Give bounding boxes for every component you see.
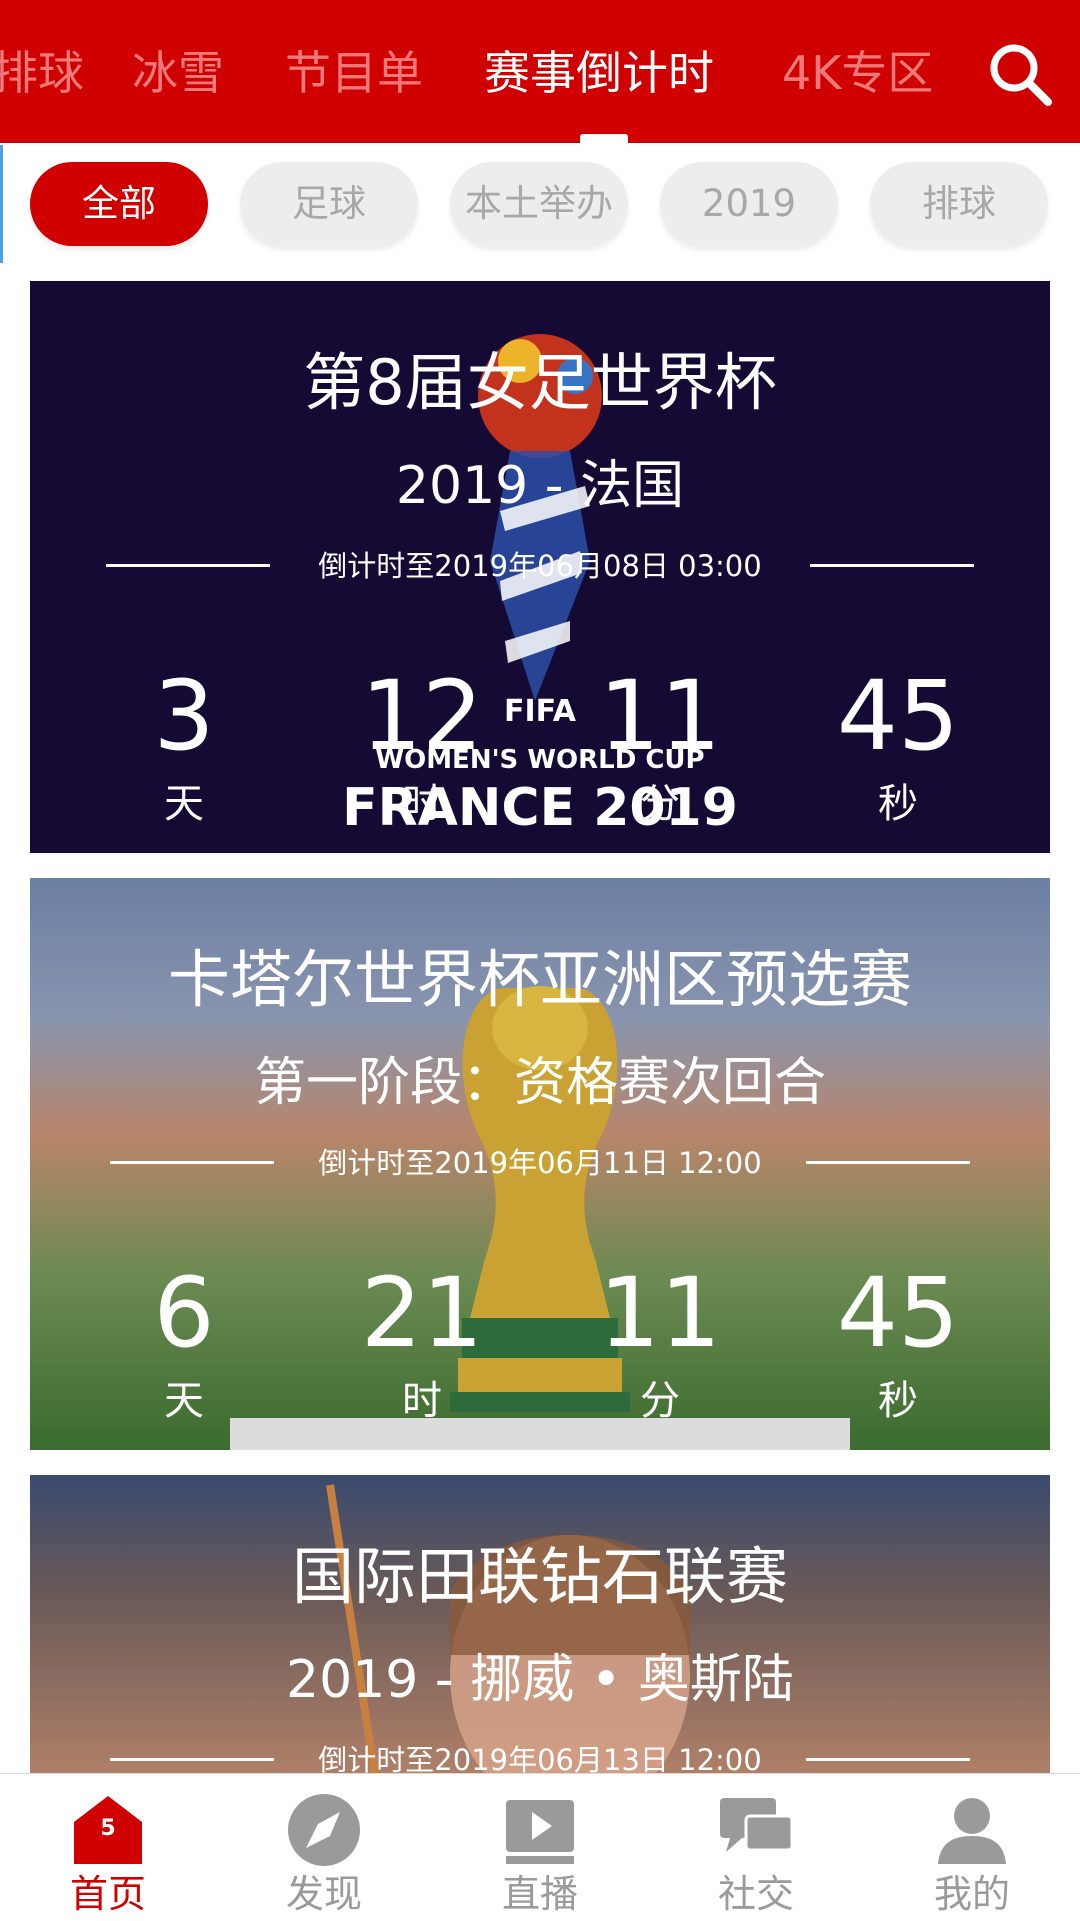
tab-home[interactable]: 5 首页: [0, 1774, 216, 1921]
filter-home-hosted[interactable]: 本土举办: [450, 162, 628, 246]
countdown-hours: 21: [360, 1257, 484, 1369]
tab-label: 直播: [501, 1872, 578, 1916]
top-nav-bar: 排球 冰雪 节目单 赛事倒计时 4K专区: [0, 0, 1080, 143]
tab-social[interactable]: 社交: [648, 1774, 864, 1921]
unit-day: 天: [164, 781, 204, 827]
live-play-icon: [506, 1800, 574, 1864]
event-card-qatar-qualifiers[interactable]: 卡塔尔世界杯亚洲区预选赛 第一阶段：资格赛次回合 倒计时至2019年06月11日…: [30, 878, 1050, 1450]
countdown-seconds: 45: [836, 1257, 960, 1369]
unit-hour: 时: [402, 1378, 442, 1424]
scroll-edge-indicator: [0, 145, 3, 263]
countdown-hours: 12: [360, 660, 484, 772]
event-card-womens-world-cup[interactable]: FIFA WOMEN'S WORLD CUP FRANCE 2019 第8届女足…: [30, 281, 1050, 853]
tab-label: 首页: [69, 1872, 146, 1916]
search-icon: [990, 44, 1052, 106]
event-subtitle: 2019 - 挪威 • 奥斯陆: [286, 1650, 794, 1710]
filter-football[interactable]: 足球: [240, 162, 418, 246]
user-icon: [938, 1798, 1006, 1864]
countdown-target: 倒计时至2019年06月11日 12:00: [318, 1146, 762, 1180]
countdown-seconds: 45: [836, 660, 960, 772]
bottom-tab-bar: 5 首页 发现 直播 社交 我的: [0, 1773, 1080, 1921]
tab-mine[interactable]: 我的: [864, 1774, 1080, 1921]
event-title: 第8届女足世界杯: [303, 346, 777, 419]
filter-all[interactable]: 全部: [30, 162, 208, 246]
unit-hour: 时: [402, 781, 442, 827]
search-button[interactable]: [986, 40, 1056, 110]
event-card-diamond-league[interactable]: 国际田联钻石联赛 2019 - 挪威 • 奥斯陆 倒计时至2019年06月13日…: [30, 1475, 1050, 1775]
tab-schedule[interactable]: 节目单: [285, 42, 423, 104]
unit-second: 秒: [878, 1378, 918, 1424]
athlete-photo-image: [326, 1484, 690, 1775]
event-subtitle: 第一阶段：资格赛次回合: [253, 1053, 826, 1113]
countdown-target: 倒计时至2019年06月13日 12:00: [318, 1743, 762, 1775]
unit-minute: 分: [640, 1378, 680, 1424]
unit-second: 秒: [878, 781, 918, 827]
unit-day: 天: [164, 1378, 204, 1424]
unit-minute: 分: [640, 781, 680, 827]
compass-icon: [288, 1794, 360, 1866]
tab-label: 发现: [285, 1872, 362, 1916]
countdown-target: 倒计时至2019年06月08日 03:00: [318, 549, 762, 583]
tab-live[interactable]: 直播: [432, 1774, 648, 1921]
tab-discover[interactable]: 发现: [216, 1774, 432, 1921]
filter-volleyball[interactable]: 排球: [870, 162, 1048, 246]
countdown-minutes: 11: [598, 1257, 722, 1369]
chat-bubbles-icon: [720, 1798, 794, 1852]
tab-label: 我的: [933, 1872, 1010, 1916]
event-title: 国际田联钻石联赛: [291, 1540, 788, 1613]
tab-label: 社交: [717, 1872, 794, 1916]
tab-event-countdown[interactable]: 赛事倒计时: [484, 42, 714, 104]
active-tab-indicator: [580, 134, 628, 143]
tab-ice-snow[interactable]: 冰雪: [132, 42, 224, 104]
filter-2019[interactable]: 2019: [660, 162, 838, 246]
home-badge: 5: [100, 1816, 116, 1841]
countdown-days: 3: [153, 660, 215, 772]
event-subtitle: 2019 - 法国: [395, 456, 685, 516]
countdown-days: 6: [153, 1257, 215, 1369]
event-title: 卡塔尔世界杯亚洲区预选赛: [167, 943, 912, 1016]
tab-4k-zone[interactable]: 4K专区: [782, 42, 933, 104]
tab-volleyball[interactable]: 排球: [0, 42, 84, 104]
countdown-minutes: 11: [598, 660, 722, 772]
